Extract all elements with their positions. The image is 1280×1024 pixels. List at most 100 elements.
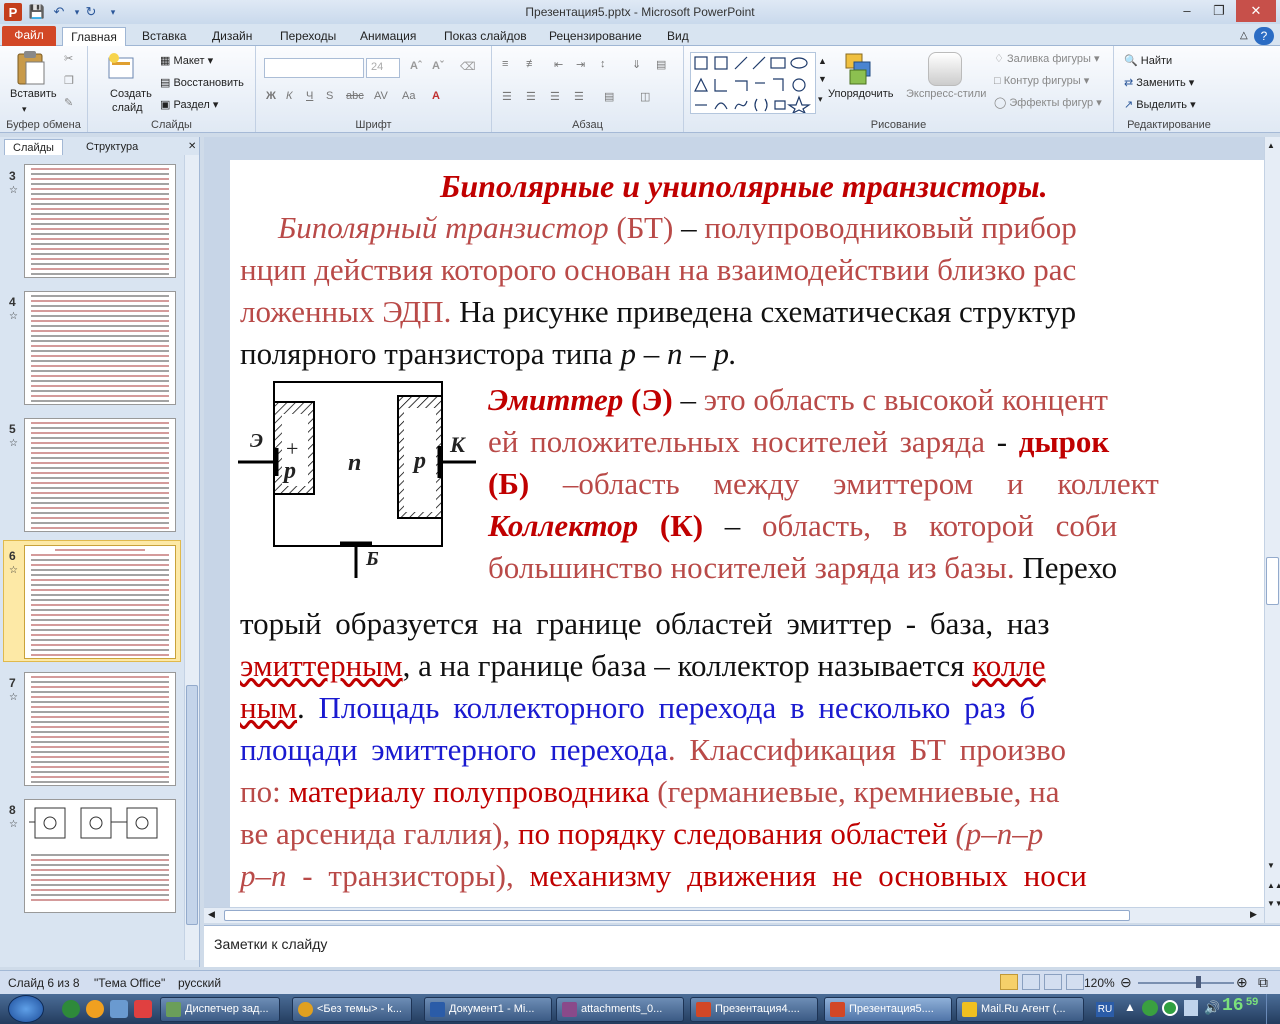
new-slide-button[interactable]: Создать bbox=[110, 88, 152, 100]
font-color-icon[interactable]: A bbox=[432, 90, 440, 102]
horizontal-scroll-thumb[interactable] bbox=[224, 910, 1130, 921]
taskbar-item-presentation5[interactable]: Презентация5.... bbox=[824, 997, 952, 1022]
grow-font-icon[interactable]: Aˆ bbox=[410, 60, 422, 72]
scroll-left-icon[interactable]: ◀ bbox=[208, 909, 215, 920]
zoom-slider-thumb[interactable] bbox=[1196, 976, 1201, 988]
reading-view-icon[interactable] bbox=[1044, 974, 1062, 990]
start-button[interactable] bbox=[8, 995, 44, 1023]
align-center-icon[interactable]: ☰ bbox=[526, 90, 536, 103]
slideshow-view-icon[interactable] bbox=[1066, 974, 1084, 990]
tab-insert[interactable]: Вставка bbox=[136, 27, 193, 46]
zoom-in-icon[interactable]: ⊕ bbox=[1236, 974, 1248, 991]
shrink-font-icon[interactable]: Aˇ bbox=[432, 60, 444, 72]
slide-horizontal-scrollbar[interactable]: ◀ ▶ bbox=[204, 907, 1264, 923]
shapes-scroll-down[interactable]: ▼ bbox=[818, 74, 827, 84]
scroll-up-icon[interactable]: ▲ bbox=[1267, 141, 1275, 150]
slide-scroll-thumb[interactable] bbox=[1266, 557, 1279, 605]
theme-name[interactable]: "Тема Office" bbox=[94, 976, 165, 990]
align-right-icon[interactable]: ☰ bbox=[550, 90, 560, 103]
network-icon[interactable] bbox=[1184, 1000, 1198, 1016]
line-spacing-icon[interactable]: ↕ bbox=[600, 58, 606, 70]
quick-styles-icon[interactable] bbox=[928, 52, 962, 86]
paste-dropdown-icon[interactable]: ▾ bbox=[22, 104, 27, 115]
slide-thumbnail-7[interactable] bbox=[24, 672, 176, 786]
taskbar-item-attachments[interactable]: attachments_0... bbox=[556, 997, 684, 1022]
tray-icon[interactable] bbox=[1162, 1000, 1178, 1016]
numbering-icon[interactable]: ≢ bbox=[526, 58, 537, 70]
tab-file[interactable]: Файл bbox=[2, 26, 56, 46]
slide-thumbnail-8[interactable] bbox=[24, 799, 176, 913]
bold-icon[interactable]: Ж bbox=[266, 90, 276, 102]
tab-view[interactable]: Вид bbox=[661, 27, 695, 46]
previous-slide-icon[interactable]: ▲▲ bbox=[1267, 881, 1280, 890]
taskbar-item-browser[interactable]: <Без темы> - k... bbox=[292, 997, 412, 1022]
taskbar-item-presentation4[interactable]: Презентация4.... bbox=[690, 997, 818, 1022]
quicklaunch-icon[interactable] bbox=[62, 1000, 80, 1018]
clock-hours[interactable]: 16 bbox=[1222, 996, 1244, 1016]
help-icon[interactable]: ? bbox=[1254, 27, 1274, 45]
shadow-icon[interactable]: S bbox=[326, 90, 333, 102]
quicklaunch-icon[interactable] bbox=[110, 1000, 128, 1018]
language-bar[interactable]: RU bbox=[1096, 1002, 1114, 1017]
close-panel-icon[interactable]: ✕ bbox=[180, 139, 204, 155]
cut-icon[interactable]: ✂ bbox=[64, 52, 73, 65]
zoom-level[interactable]: 120% bbox=[1084, 976, 1115, 990]
notes-pane[interactable]: Заметки к слайду bbox=[204, 925, 1280, 967]
font-size-select[interactable]: 24 bbox=[366, 58, 400, 78]
tray-icon[interactable] bbox=[1142, 1000, 1158, 1016]
zoom-slider[interactable] bbox=[1138, 982, 1234, 984]
shapes-more[interactable]: ▾ bbox=[818, 94, 823, 105]
close-icon[interactable]: ✕ bbox=[1236, 0, 1276, 22]
strikethrough-icon[interactable]: abc bbox=[346, 90, 364, 102]
decrease-indent-icon[interactable]: ⇤ bbox=[554, 58, 563, 71]
paste-button[interactable]: Вставить bbox=[10, 88, 57, 100]
clock-minutes[interactable]: 59 bbox=[1246, 996, 1258, 1008]
quicklaunch-icon[interactable] bbox=[86, 1000, 104, 1018]
slide-canvas[interactable]: Биполярные и униполярные транзисторы. Би… bbox=[230, 160, 1270, 907]
increase-indent-icon[interactable]: ⇥ bbox=[576, 58, 585, 71]
case-icon[interactable]: Aa bbox=[402, 90, 415, 102]
tab-slides-panel[interactable]: Слайды bbox=[4, 139, 63, 155]
fit-to-window-icon[interactable]: ⧉ bbox=[1258, 974, 1268, 991]
volume-icon[interactable]: 🔊 bbox=[1204, 1000, 1220, 1016]
slides-panel-scrollbar[interactable] bbox=[184, 155, 199, 960]
shape-fill-button[interactable]: ♢ Заливка фигуры ▾ bbox=[994, 52, 1100, 65]
scroll-right-icon[interactable]: ▶ bbox=[1250, 909, 1257, 920]
align-left-icon[interactable]: ☰ bbox=[502, 90, 512, 103]
tab-animation[interactable]: Анимация bbox=[354, 27, 422, 46]
copy-icon[interactable]: ❐ bbox=[64, 74, 74, 87]
reset-button[interactable]: ▤ Восстановить bbox=[160, 76, 244, 89]
paste-icon[interactable] bbox=[14, 50, 48, 88]
align-text-icon[interactable]: ▤ bbox=[604, 90, 614, 103]
taskbar-item-task-manager[interactable]: Диспетчер зад... bbox=[160, 997, 280, 1022]
slide-vertical-scrollbar[interactable]: ▲ ▼ ▲▲ ▼▼ bbox=[1264, 137, 1280, 923]
font-family-select[interactable] bbox=[264, 58, 364, 78]
zoom-out-icon[interactable]: ⊖ bbox=[1120, 974, 1132, 991]
tray-expand-icon[interactable]: ▲ bbox=[1124, 1000, 1136, 1014]
shapes-gallery[interactable] bbox=[690, 52, 816, 115]
justify-icon[interactable]: ☰ bbox=[574, 90, 584, 103]
next-slide-icon[interactable]: ▼▼ bbox=[1267, 899, 1280, 908]
quick-styles-button[interactable]: Экспресс-стили bbox=[906, 88, 986, 100]
slide-thumbnail-5[interactable] bbox=[24, 418, 176, 532]
shapes-scroll-up[interactable]: ▲ bbox=[818, 56, 827, 66]
language-indicator[interactable]: русский bbox=[178, 976, 221, 990]
minimize-ribbon-icon[interactable]: △ bbox=[1234, 27, 1254, 46]
replace-button[interactable]: ⇄ Заменить ▾ bbox=[1124, 76, 1194, 89]
underline-icon[interactable]: Ч bbox=[306, 90, 313, 102]
taskbar-item-mailru[interactable]: Mail.Ru Агент (... bbox=[956, 997, 1084, 1022]
slide-thumbnail-3[interactable] bbox=[24, 164, 176, 278]
taskbar-item-word[interactable]: Документ1 - Mi... bbox=[424, 997, 552, 1022]
tab-review[interactable]: Рецензирование bbox=[543, 27, 648, 46]
slide-thumbnail-6[interactable] bbox=[24, 545, 176, 659]
scroll-down-icon[interactable]: ▼ bbox=[1267, 861, 1275, 870]
minimize-icon[interactable]: – bbox=[1172, 0, 1202, 22]
show-desktop-button[interactable] bbox=[1266, 994, 1280, 1024]
tab-slideshow[interactable]: Показ слайдов bbox=[438, 27, 533, 46]
slide-sorter-icon[interactable] bbox=[1022, 974, 1040, 990]
smartart-icon[interactable]: ◫ bbox=[640, 90, 650, 103]
layout-button[interactable]: ▦ Макет ▾ bbox=[160, 54, 213, 67]
normal-view-icon[interactable] bbox=[1000, 974, 1018, 990]
slide-thumbnail-4[interactable] bbox=[24, 291, 176, 405]
section-button[interactable]: ▣ Раздел ▾ bbox=[160, 98, 218, 111]
